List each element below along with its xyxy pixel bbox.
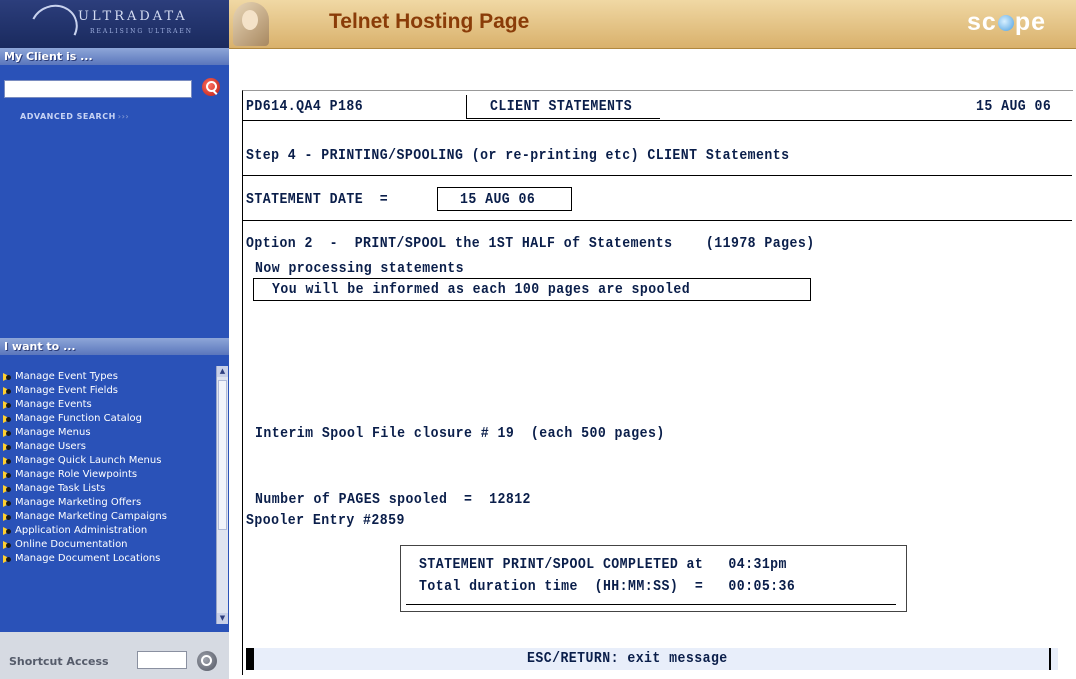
shortcut-go-button[interactable] — [197, 651, 217, 671]
client-section-title: My Client is ... — [0, 48, 229, 65]
arrow-bullet-icon — [3, 457, 13, 465]
option-line: Option 2 - PRINT/SPOOL the 1ST HALF of S… — [246, 235, 815, 252]
menu-item[interactable]: Application Administration — [0, 524, 216, 538]
menu-item-label: Online Documentation — [15, 539, 128, 550]
menu-item[interactable]: Manage Users — [0, 440, 216, 454]
menu-item[interactable]: Manage Marketing Campaigns — [0, 510, 216, 524]
menu-item[interactable]: Manage Quick Launch Menus — [0, 454, 216, 468]
processing-text: Now processing statements — [255, 260, 465, 277]
avatar — [233, 2, 269, 46]
menu-item[interactable]: Manage Task Lists — [0, 482, 216, 496]
scroll-thumb[interactable] — [218, 380, 227, 530]
scroll-up-icon[interactable]: ▲ — [217, 366, 228, 377]
menu-item[interactable]: Manage Role Viewpoints — [0, 468, 216, 482]
search-icon — [206, 81, 217, 92]
arrow-bullet-icon — [3, 429, 13, 437]
client-search-input[interactable] — [4, 80, 192, 98]
menu-item-label: Manage Task Lists — [15, 483, 106, 494]
menu-item[interactable]: Manage Function Catalog — [0, 412, 216, 426]
chevron-right-icon: ››› — [117, 112, 130, 121]
arrow-bullet-icon — [3, 555, 13, 563]
completed-time-line: STATEMENT PRINT/SPOOL COMPLETED at 04:31… — [419, 556, 787, 573]
advanced-search-link[interactable]: ADVANCED SEARCH ››› — [20, 112, 129, 121]
shortcut-access-input[interactable] — [137, 651, 187, 669]
menu-item-label: Manage Role Viewpoints — [15, 469, 138, 480]
screen-title: CLIENT STATEMENTS — [490, 98, 633, 115]
globe-icon — [997, 15, 1014, 31]
status-message: ESC/RETURN: exit message — [527, 650, 728, 667]
menu-item-label: Manage Event Types — [15, 371, 118, 382]
menu-item-label: Manage Quick Launch Menus — [15, 455, 162, 466]
pages-spooled-text: Number of PAGES spooled = 12812 — [255, 491, 531, 508]
menu-item[interactable]: Online Documentation — [0, 538, 216, 552]
arrow-bullet-icon — [3, 527, 13, 535]
client-search-button[interactable] — [202, 78, 220, 96]
scroll-down-icon[interactable]: ▼ — [217, 613, 228, 624]
menu-item[interactable]: Manage Events — [0, 398, 216, 412]
arrow-bullet-icon — [3, 513, 13, 521]
arrow-bullet-icon — [3, 373, 13, 381]
menu-item[interactable]: Manage Event Types — [0, 370, 216, 384]
statement-date-label: STATEMENT DATE = — [246, 191, 389, 208]
page-header: Telnet Hosting Page sc pe — [229, 0, 1076, 49]
menu-item-label: Manage Marketing Campaigns — [15, 511, 167, 522]
arrow-bullet-icon — [3, 387, 13, 395]
arrow-bullet-icon — [3, 499, 13, 507]
step-heading: Step 4 - PRINTING/SPOOLING (or re-printi… — [246, 147, 790, 164]
shortcut-access-bar: Shortcut Access — [0, 632, 229, 679]
arrow-bullet-icon — [3, 541, 13, 549]
menu-item[interactable]: Manage Document Locations — [0, 552, 216, 566]
menu-item-label: Manage Event Fields — [15, 385, 119, 396]
arrow-bullet-icon — [3, 485, 13, 493]
menu-item-label: Manage Document Locations — [15, 553, 161, 564]
menu-item[interactable]: Manage Marketing Offers — [0, 496, 216, 510]
program-id: PD614.QA4 P186 — [246, 98, 364, 115]
menu-item[interactable]: Manage Event Fields — [0, 384, 216, 398]
scope-logo: sc pe — [967, 8, 1046, 36]
menu-item-label: Manage Events — [15, 399, 92, 410]
menu-scrollbar[interactable]: ▲ ▼ — [216, 366, 228, 624]
spooler-entry-text: Spooler Entry #2859 — [246, 512, 405, 529]
menu-item-label: Manage Menus — [15, 427, 91, 438]
menu-item[interactable]: Manage Menus — [0, 426, 216, 440]
ultradata-logo: ULTRADATA REALISING ULTRAEN — [0, 0, 229, 56]
search-icon — [201, 655, 212, 666]
arrow-bullet-icon — [3, 443, 13, 451]
task-menu-list: Manage Event Types Manage Event Fields Man… — [0, 370, 216, 628]
screen-date: 15 AUG 06 — [976, 98, 1052, 115]
logo-text: ULTRADATA — [78, 9, 188, 24]
statement-date-value: 15 AUG 06 — [460, 191, 536, 208]
menu-item-label: Manage Users — [15, 441, 86, 452]
page-title: Telnet Hosting Page — [329, 10, 530, 33]
logo-tagline: REALISING ULTRAEN — [90, 28, 194, 35]
shortcut-access-label: Shortcut Access — [9, 655, 109, 668]
arrow-bullet-icon — [3, 471, 13, 479]
interim-spool-text: Interim Spool File closure # 19 (each 50… — [255, 425, 665, 442]
info-message: You will be informed as each 100 pages a… — [272, 281, 691, 298]
arrow-bullet-icon — [3, 415, 13, 423]
arrow-bullet-icon — [3, 401, 13, 409]
duration-line: Total duration time (HH:MM:SS) = 00:05:3… — [419, 578, 796, 595]
i-want-to-title: I want to ... — [0, 338, 229, 355]
menu-item-label: Manage Function Catalog — [15, 413, 143, 424]
sidebar: ULTRADATA REALISING ULTRAEN My Client is… — [0, 0, 229, 679]
menu-item-label: Manage Marketing Offers — [15, 497, 142, 508]
menu-item-label: Application Administration — [15, 525, 148, 536]
